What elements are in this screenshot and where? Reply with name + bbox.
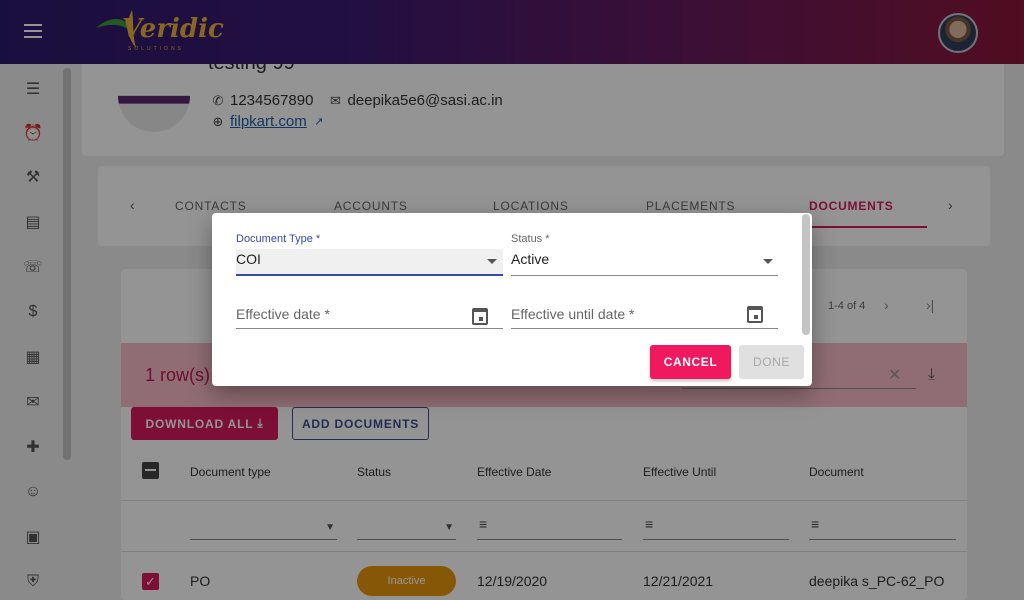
document-type-select-bg bbox=[236, 249, 503, 275]
document-type-dropdown-icon[interactable] bbox=[487, 259, 497, 264]
document-type-label: Document Type * bbox=[236, 233, 321, 245]
effective-until-input[interactable]: Effective until date * bbox=[511, 306, 634, 322]
document-type-underline bbox=[236, 274, 503, 276]
effective-date-input[interactable]: Effective date * bbox=[236, 306, 330, 322]
status-select[interactable]: Active bbox=[511, 251, 549, 267]
status-underline bbox=[511, 275, 778, 276]
cancel-button[interactable]: CANCEL bbox=[650, 345, 731, 379]
status-label: Status * bbox=[511, 233, 550, 245]
done-button[interactable]: DONE bbox=[739, 345, 804, 379]
document-type-select[interactable]: COI bbox=[236, 251, 261, 267]
status-dropdown-icon[interactable] bbox=[763, 259, 773, 264]
calendar-icon[interactable] bbox=[747, 306, 763, 323]
calendar-icon[interactable] bbox=[472, 308, 488, 325]
effective-date-underline bbox=[236, 328, 503, 329]
effective-until-underline bbox=[511, 328, 778, 329]
dialog-scrollbar[interactable] bbox=[802, 214, 810, 335]
